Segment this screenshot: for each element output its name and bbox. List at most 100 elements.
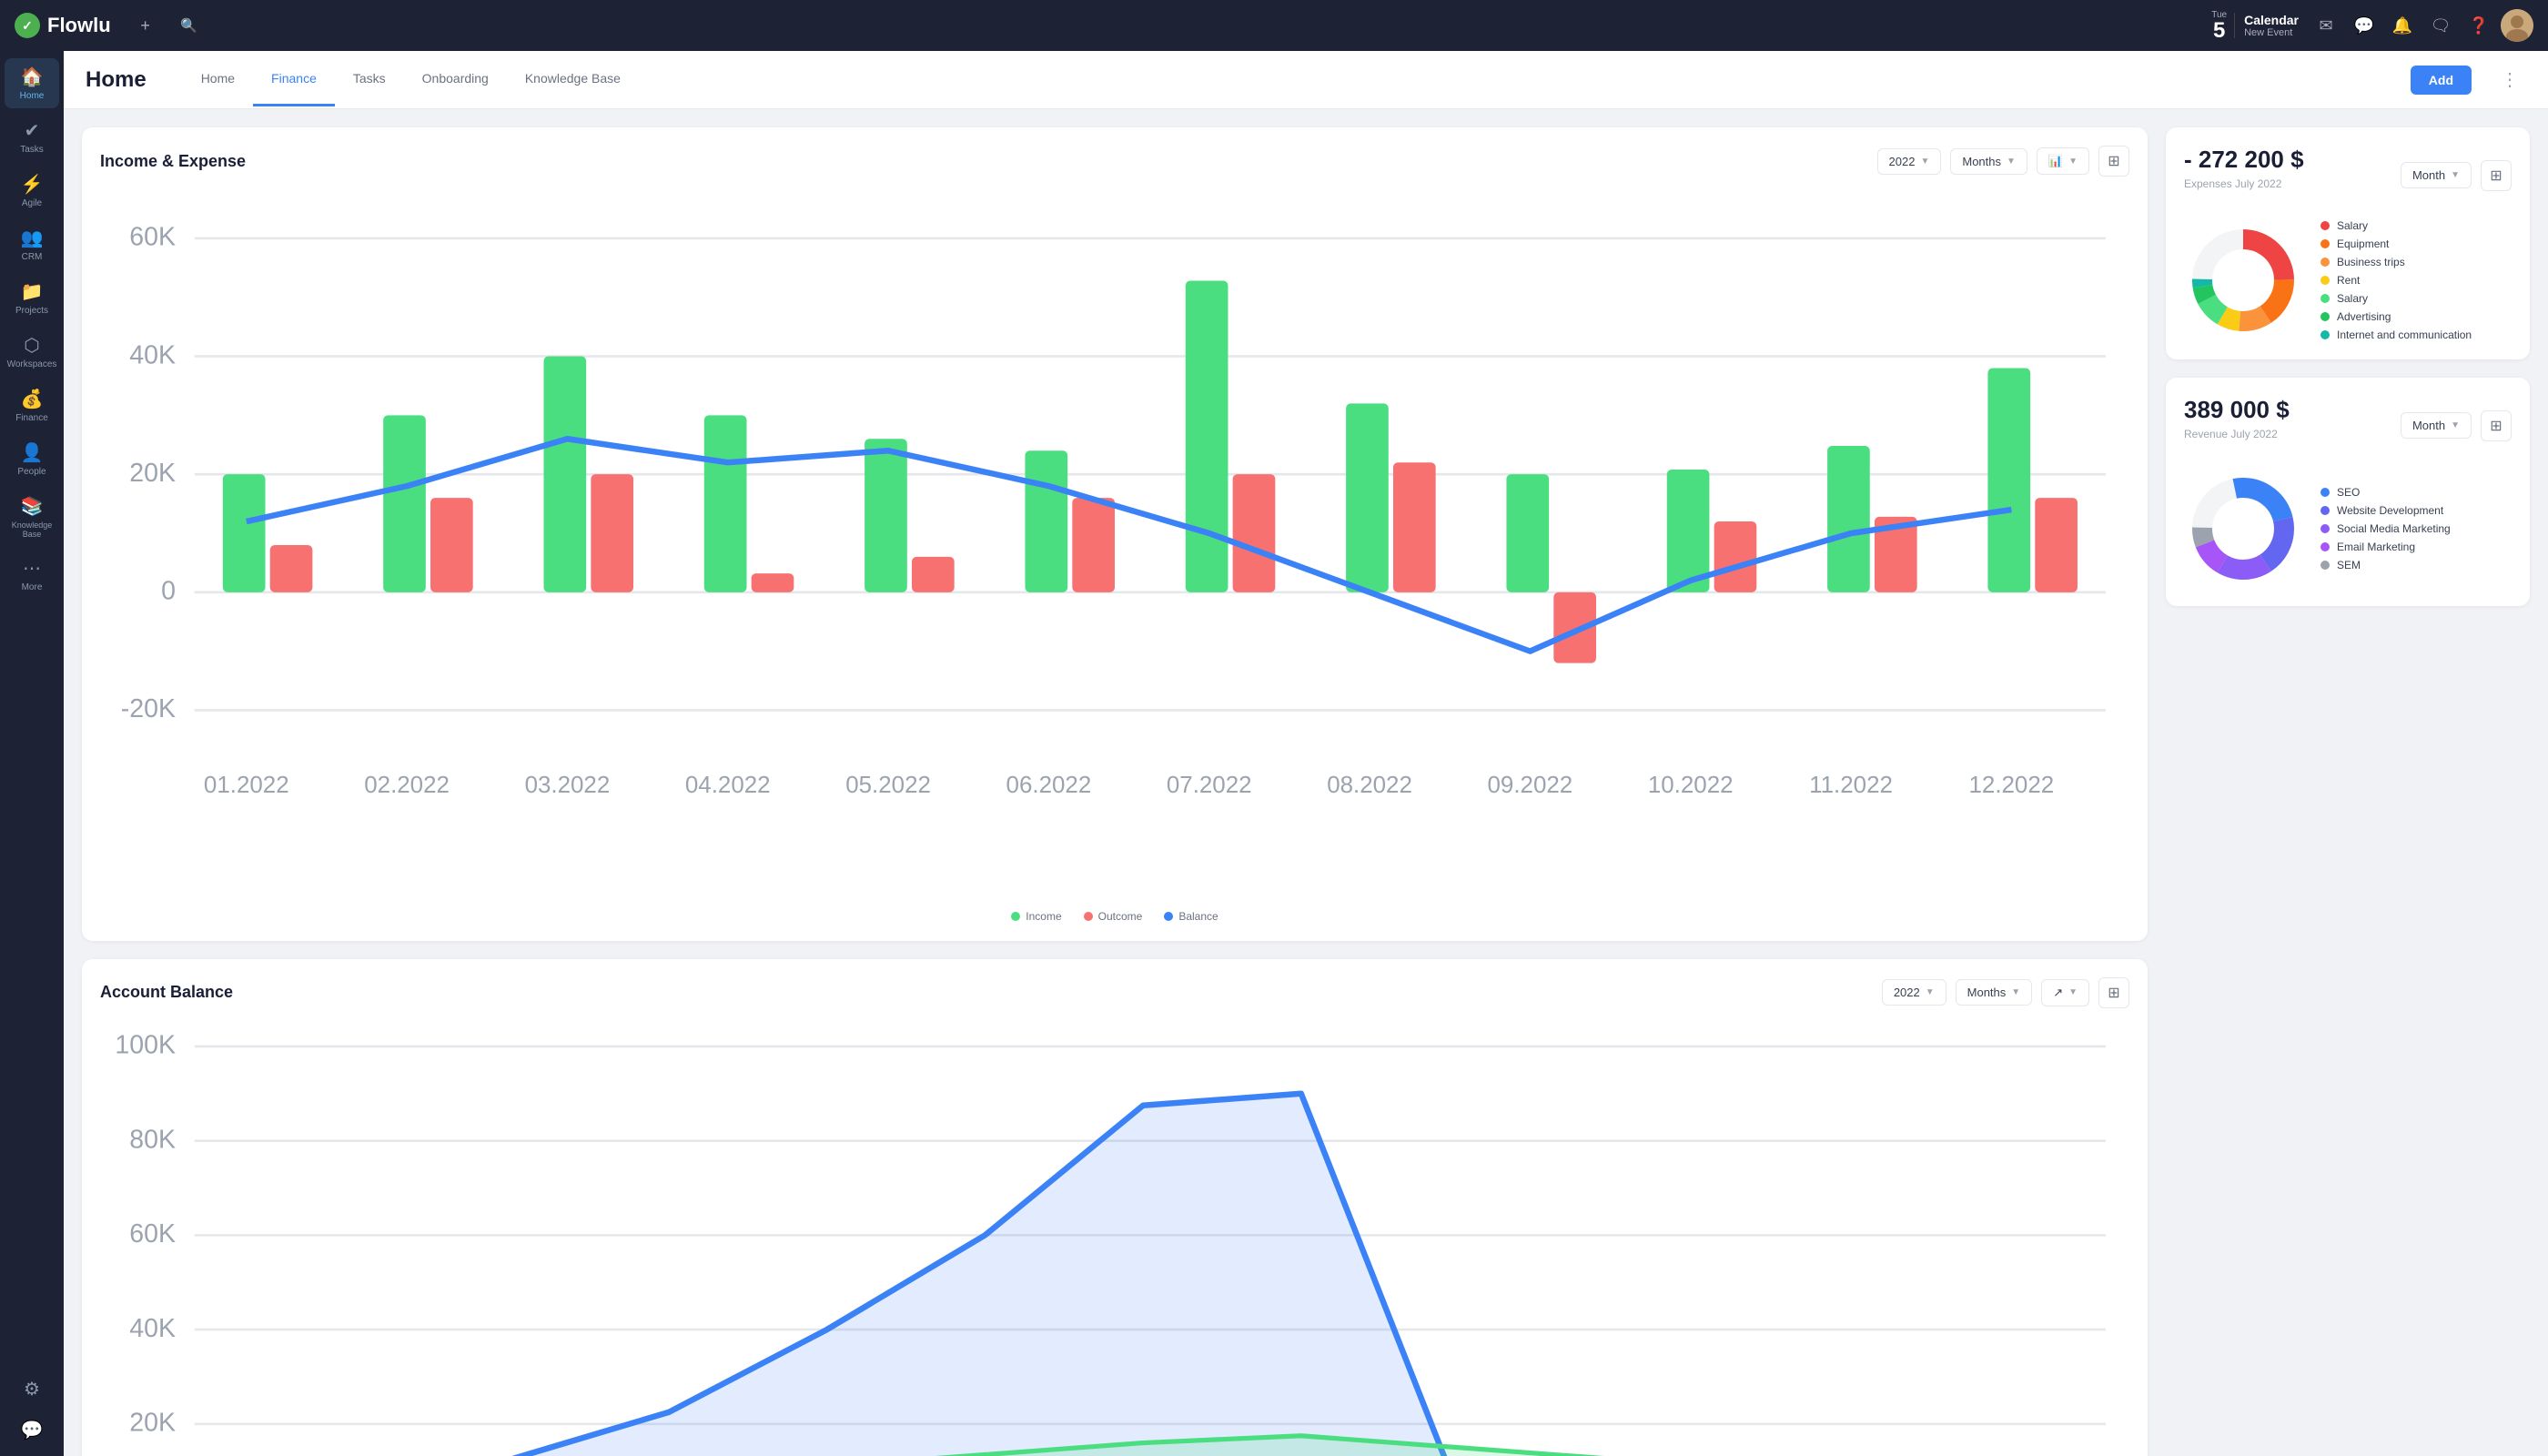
revenue-header: 389 000 $ Revenue July 2022 Month ▼ ⊞ [2184,396,2512,455]
revenue-label: Revenue July 2022 [2184,428,2290,440]
sidebar-item-tasks[interactable]: ✔ Tasks [5,112,59,162]
sidebar-item-settings[interactable]: ⚙ [5,1370,59,1408]
legend-business-trips: Business trips [2320,256,2472,268]
app-logo[interactable]: ✓ Flowlu [15,13,111,38]
expenses-info: - 272 200 $ Expenses July 2022 [2184,146,2304,205]
ab-period-dropdown[interactable]: Months ▼ [1956,979,2033,1006]
avatar[interactable] [2501,9,2533,42]
svg-text:07.2022: 07.2022 [1167,773,1252,798]
ab-year-dropdown[interactable]: 2022 ▼ [1882,979,1946,1006]
main-layout: 🏠 Home ✔ Tasks ⚡ Agile 👥 CRM 📁 Projects … [0,51,2548,1456]
revenue-period-dropdown[interactable]: Month ▼ [2401,412,2472,439]
svg-text:06.2022: 06.2022 [1006,773,1092,798]
expenses-amount: - 272 200 $ [2184,146,2304,174]
svg-text:03.2022: 03.2022 [525,773,611,798]
income-dot [1011,912,1020,921]
help-icon[interactable]: ❓ [2462,9,2495,42]
svg-text:11.2022: 11.2022 [1809,773,1893,798]
revenue-donut-row: SEO Website Development Social Media Mar… [2184,470,2512,588]
svg-text:80K: 80K [129,1125,176,1154]
chevron-down-icon: ▼ [2068,987,2078,997]
more-options-button[interactable]: ⋮ [2493,65,2526,95]
expenses-grid-button[interactable]: ⊞ [2481,160,2512,191]
sidebar-item-feedback[interactable]: 💬 [5,1411,59,1449]
account-balance-chart: 100K 80K 60K 40K 20K 0 [100,1023,2129,1456]
sidebar-label-more: More [22,582,43,592]
salary2-dot [2320,294,2330,303]
topbar: ✓ Flowlu + 🔍 Tue 5 Calendar New Event ✉ … [0,0,2548,51]
revenue-donut-chart [2184,470,2302,588]
legend-outcome: Outcome [1084,910,1143,923]
more-icon: ⋯ [23,557,41,580]
sidebar-item-crm[interactable]: 👥 CRM [5,219,59,269]
calendar-subtitle: New Event [2244,27,2299,38]
income-expense-legend: Income Outcome Balance [100,910,2129,923]
tab-tasks[interactable]: Tasks [335,53,404,106]
legend-internet: Internet and communication [2320,329,2472,341]
sidebar-item-more[interactable]: ⋯ More [5,550,59,600]
sidebar-item-home[interactable]: 🏠 Home [5,58,59,108]
ab-grid-view-button[interactable]: ⊞ [2098,977,2129,1008]
sidebar-label-projects: Projects [15,306,48,316]
logo-text: Flowlu [47,14,111,37]
projects-icon: 📁 [21,280,44,303]
expenses-header: - 272 200 $ Expenses July 2022 Month ▼ ⊞ [2184,146,2512,205]
tab-knowledge[interactable]: Knowledge Base [507,53,639,106]
income-expense-header: Income & Expense 2022 ▼ Months ▼ 📊 ▼ [100,146,2129,177]
sidebar-label-crm: CRM [22,252,43,262]
legend-email-marketing: Email Marketing [2320,541,2451,553]
salary-dot [2320,221,2330,230]
income-expense-chart: 60K 40K 20K 0 -20K [100,191,2129,899]
svg-text:01.2022: 01.2022 [204,773,289,798]
sidebar-label-knowledge: Knowledge Base [8,521,56,539]
svg-text:100K: 100K [115,1031,176,1060]
sidebar-item-knowledge[interactable]: 📚 Knowledge Base [5,488,59,546]
mail-icon[interactable]: ✉ [2310,9,2342,42]
expenses-label: Expenses July 2022 [2184,177,2304,190]
revenue-amount: 389 000 $ [2184,396,2290,424]
business-trips-dot [2320,258,2330,267]
year-dropdown[interactable]: 2022 ▼ [1877,148,1942,175]
sidebar-item-workspaces[interactable]: ⬡ Workspaces [5,327,59,377]
svg-text:02.2022: 02.2022 [364,773,450,798]
revenue-grid-button[interactable]: ⊞ [2481,410,2512,441]
feedback-icon: 💬 [21,1419,44,1441]
tab-home[interactable]: Home [183,53,253,106]
chevron-down-icon: ▼ [2011,987,2020,997]
legend-web-dev: Website Development [2320,504,2451,517]
ab-chart-type-dropdown[interactable]: ↗ ▼ [2041,979,2089,1006]
sidebar-item-agile[interactable]: ⚡ Agile [5,166,59,216]
bell-icon[interactable]: 🔔 [2386,9,2419,42]
area-chart-icon: ↗ [2053,986,2063,1000]
search-button[interactable]: 🔍 [173,9,206,42]
advertising-dot [2320,312,2330,321]
scroll-area: Income & Expense 2022 ▼ Months ▼ 📊 ▼ [64,109,2548,1456]
expenses-period-dropdown[interactable]: Month ▼ [2401,162,2472,188]
social-media-dot [2320,524,2330,533]
sidebar-label-people: People [17,467,46,477]
comment-icon[interactable]: 🗨 [2424,9,2457,42]
chevron-down-icon: ▼ [1926,987,1935,997]
chevron-down-icon: ▼ [2007,157,2016,167]
calendar-title: Calendar [2244,13,2299,27]
sidebar-item-projects[interactable]: 📁 Projects [5,273,59,323]
outcome-label: Outcome [1098,910,1143,923]
date-box: Tue 5 [2211,10,2227,42]
add-button[interactable]: + [129,9,162,42]
tab-finance[interactable]: Finance [253,53,335,106]
finance-icon: 💰 [21,388,44,410]
agile-icon: ⚡ [21,173,44,196]
chat-icon[interactable]: 💬 [2348,9,2381,42]
svg-text:04.2022: 04.2022 [685,773,771,798]
grid-view-button[interactable]: ⊞ [2098,146,2129,177]
revenue-info: 389 000 $ Revenue July 2022 [2184,396,2290,455]
calendar-widget[interactable]: Tue 5 Calendar New Event [2211,10,2299,42]
chart-type-dropdown[interactable]: 📊 ▼ [2037,147,2089,175]
add-button[interactable]: Add [2411,66,2472,95]
chevron-down-icon: ▼ [1920,157,1929,167]
legend-salary: Salary [2320,219,2472,232]
period-dropdown[interactable]: Months ▼ [1950,148,2027,175]
sidebar-item-people[interactable]: 👤 People [5,434,59,484]
tab-onboarding[interactable]: Onboarding [404,53,507,106]
sidebar-item-finance[interactable]: 💰 Finance [5,380,59,430]
